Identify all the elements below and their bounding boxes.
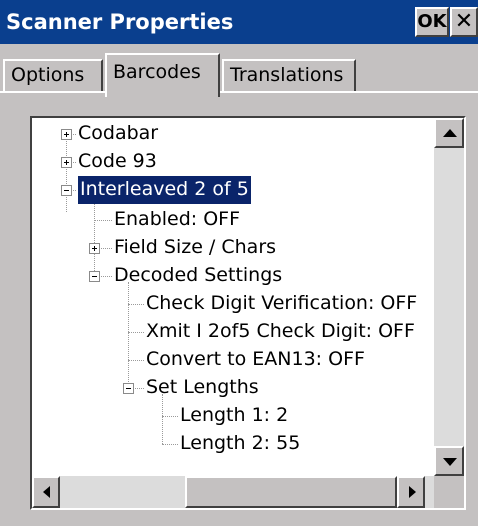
- horizontal-scroll-thumb[interactable]: [185, 476, 397, 508]
- scroll-down-button[interactable]: [434, 446, 464, 476]
- tree-item-length-1[interactable]: Length 1: 2: [180, 402, 288, 430]
- scroll-up-button[interactable]: [434, 118, 464, 148]
- barcode-tree-panel: Codabar Code 93 Interleaved 2 of 5 Enabl…: [30, 116, 466, 510]
- tree-line: [133, 388, 144, 389]
- collapse-icon[interactable]: [123, 383, 134, 394]
- arrow-right-icon: [409, 486, 416, 498]
- arrow-up-icon: [443, 129, 457, 137]
- ok-button[interactable]: OK: [415, 7, 449, 37]
- tree-line: [66, 195, 67, 212]
- tree-item-set-lengths[interactable]: Set Lengths: [146, 374, 259, 402]
- tree-line: [162, 444, 178, 445]
- tree-line: [128, 304, 144, 305]
- tree-item-check-digit-verification[interactable]: Check Digit Verification: OFF: [146, 290, 417, 318]
- tree-item-interleaved-2-of-5[interactable]: Interleaved 2 of 5: [78, 176, 251, 204]
- scroll-right-button[interactable]: [397, 476, 425, 508]
- scrollbar-corner: [434, 476, 464, 508]
- tree-item-field-size[interactable]: Field Size / Chars: [114, 234, 276, 262]
- tree-line: [99, 276, 112, 277]
- tree-item-xmit-check-digit[interactable]: Xmit I 2of5 Check Digit: OFF: [146, 318, 415, 346]
- close-button[interactable]: ✕: [450, 7, 478, 37]
- tree-item-code-93[interactable]: Code 93: [78, 148, 157, 176]
- barcode-tree[interactable]: Codabar Code 93 Interleaved 2 of 5 Enabl…: [32, 118, 434, 476]
- tab-options[interactable]: Options: [3, 59, 103, 91]
- tree-item-length-2[interactable]: Length 2: 55: [180, 430, 300, 458]
- tree-item-enabled[interactable]: Enabled: OFF: [114, 206, 240, 234]
- tab-translations[interactable]: Translations: [222, 59, 356, 91]
- horizontal-scrollbar[interactable]: [32, 476, 434, 508]
- tree-item-decoded-settings[interactable]: Decoded Settings: [114, 262, 282, 290]
- collapse-icon[interactable]: [89, 271, 100, 282]
- tab-barcodes[interactable]: Barcodes: [105, 53, 220, 97]
- tree-line: [128, 360, 144, 361]
- tree-line: [128, 282, 129, 388]
- tree-line: [94, 220, 112, 221]
- tree-item-convert-to-ean13[interactable]: Convert to EAN13: OFF: [146, 346, 365, 374]
- scroll-left-button[interactable]: [32, 476, 60, 508]
- expand-icon[interactable]: [61, 157, 72, 168]
- collapse-icon[interactable]: [61, 185, 72, 196]
- window-title: Scanner Properties: [6, 10, 234, 34]
- tree-item-codabar[interactable]: Codabar: [78, 120, 158, 148]
- arrow-left-icon: [43, 486, 50, 498]
- tab-divider: [220, 91, 478, 93]
- expand-icon[interactable]: [61, 129, 72, 140]
- expand-icon[interactable]: [89, 243, 100, 254]
- tab-divider: [0, 91, 105, 93]
- tree-line: [128, 332, 144, 333]
- arrow-down-icon: [443, 458, 457, 466]
- vertical-scrollbar[interactable]: [434, 118, 464, 476]
- title-bar: Scanner Properties OK ✕: [0, 0, 478, 44]
- tree-line: [99, 248, 112, 249]
- tree-line: [162, 416, 178, 417]
- tree-line: [94, 200, 95, 277]
